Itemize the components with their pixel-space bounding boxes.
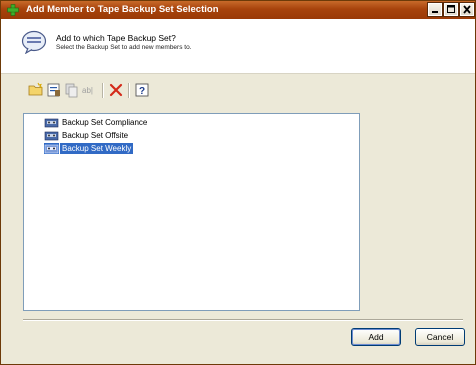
minimize-button[interactable]: [427, 2, 443, 17]
maximize-icon: [447, 5, 455, 13]
list-item[interactable]: Backup Set Offsite: [44, 130, 130, 141]
close-button[interactable]: [459, 2, 475, 17]
window-title: Add Member to Tape Backup Set Selection: [26, 4, 219, 15]
maximize-button[interactable]: [443, 2, 459, 17]
help-icon[interactable]: ?: [134, 82, 150, 98]
new-folder-icon[interactable]: [28, 82, 44, 98]
cancel-button[interactable]: Cancel: [415, 328, 465, 346]
list-item-selected[interactable]: Backup Set Weekly: [44, 143, 134, 155]
footer-divider: [23, 319, 463, 321]
rename-icon[interactable]: ab|: [82, 82, 98, 98]
tape-backup-set-icon: [44, 119, 59, 128]
tape-backup-set-icon: [44, 143, 59, 155]
tape-backup-set-icon: [44, 132, 59, 141]
speech-bubble-icon: [21, 30, 47, 54]
list-item[interactable]: Backup Set Compliance: [44, 117, 149, 128]
header-title: Add to which Tape Backup Set?: [56, 33, 176, 43]
title-bar[interactable]: Add Member to Tape Backup Set Selection: [1, 1, 475, 19]
dialog-header: Add to which Tape Backup Set? Select the…: [1, 19, 475, 74]
dialog-window: Add Member to Tape Backup Set Selection …: [0, 0, 476, 365]
minimize-icon: [432, 11, 438, 13]
toolbar: ab| ?: [23, 80, 163, 102]
properties-icon[interactable]: [46, 82, 62, 98]
delete-icon[interactable]: [108, 82, 124, 98]
add-button[interactable]: Add: [351, 328, 401, 346]
toolbar-separator: [102, 83, 104, 98]
header-subtitle: Select the Backup Set to add new members…: [56, 44, 192, 51]
backup-set-list[interactable]: Backup Set Compliance Backup Set Offsite…: [23, 113, 360, 311]
copy-icon[interactable]: [64, 82, 80, 98]
green-plus-icon: [7, 4, 19, 16]
svg-text:ab|: ab|: [82, 86, 93, 95]
svg-text:?: ?: [139, 86, 145, 97]
toolbar-separator: [128, 83, 130, 98]
close-icon: [463, 5, 471, 14]
